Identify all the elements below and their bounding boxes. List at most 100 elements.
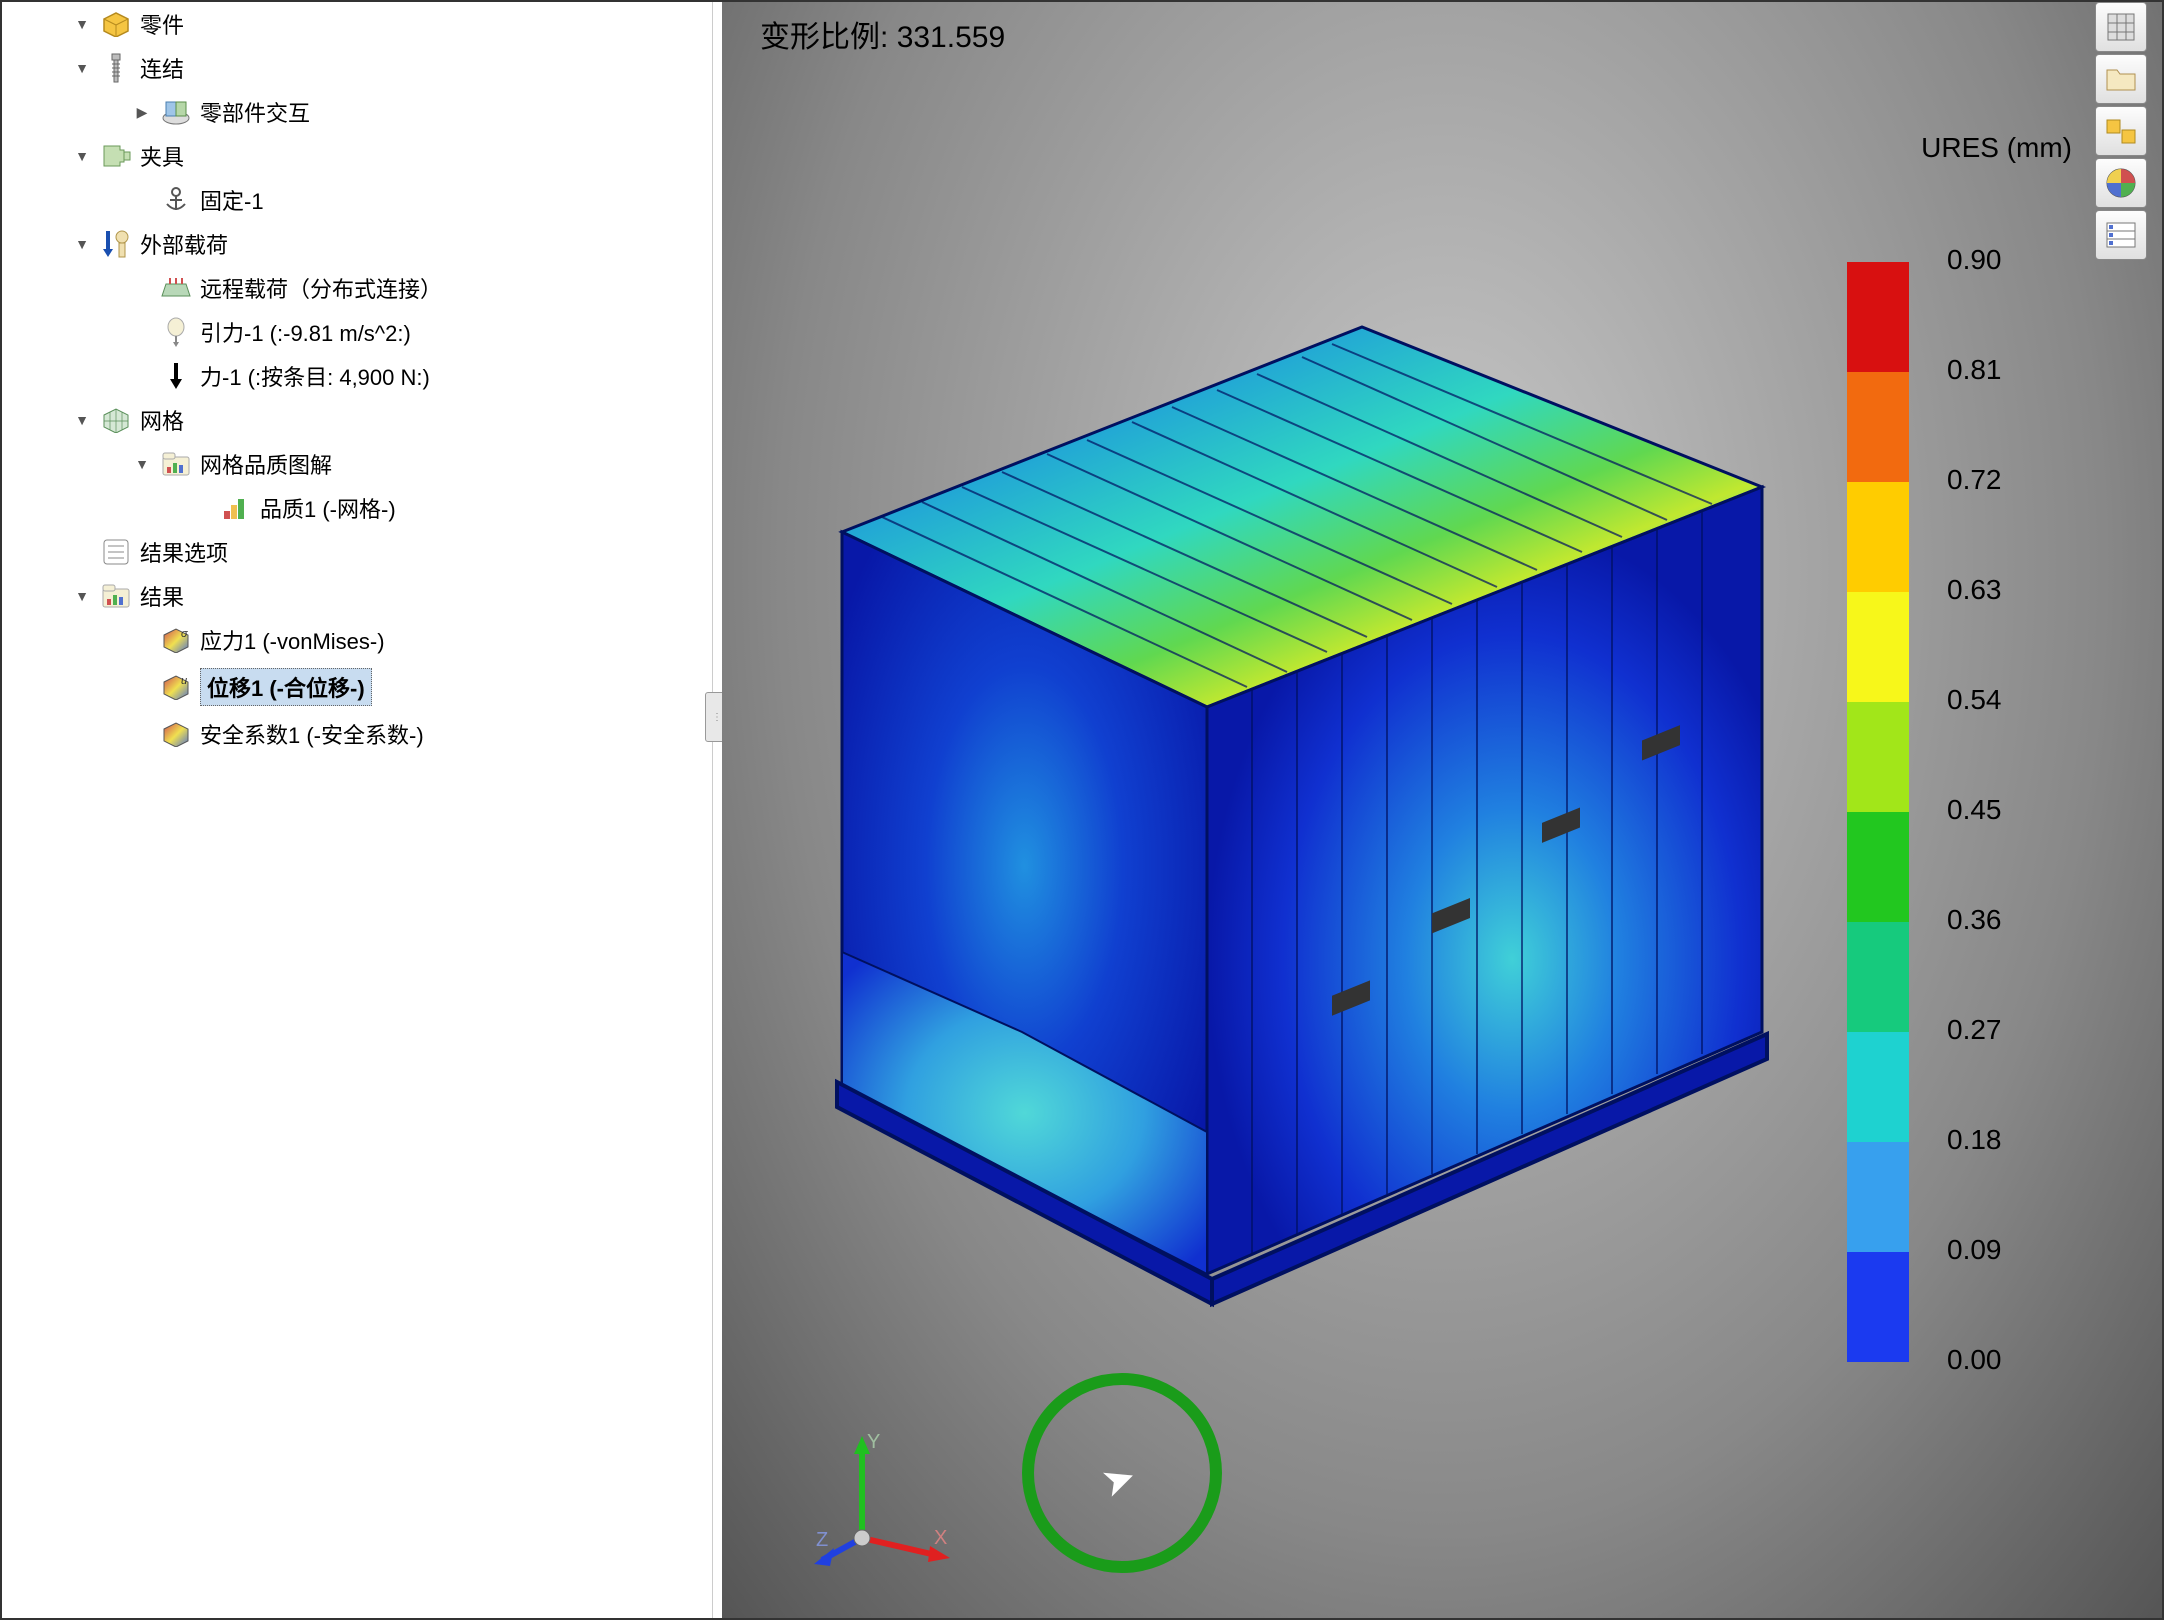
external-loads-icon bbox=[100, 228, 132, 260]
legend-segment bbox=[1847, 812, 1909, 922]
tree-label: 网格品质图解 bbox=[200, 448, 332, 480]
svg-text:u: u bbox=[181, 675, 187, 687]
expander-icon[interactable]: ▼ bbox=[132, 454, 152, 474]
expander-icon[interactable]: ▼ bbox=[72, 410, 92, 430]
folder-chart-icon bbox=[160, 448, 192, 480]
spacer bbox=[72, 542, 92, 562]
tree-label: 夹具 bbox=[140, 140, 184, 172]
tree-item-gravity[interactable]: 引力-1 (:-9.81 m/s^2:) bbox=[2, 310, 712, 354]
axis-triad[interactable]: Y X Z bbox=[812, 1428, 952, 1568]
result-options-icon bbox=[100, 536, 132, 568]
tree-label: 零部件交互 bbox=[200, 96, 310, 128]
legend-segment bbox=[1847, 1142, 1909, 1252]
svg-text:Y: Y bbox=[867, 1431, 880, 1453]
expander-icon[interactable]: ▶ bbox=[132, 102, 152, 122]
legend-segment bbox=[1847, 372, 1909, 482]
plot-toolbar bbox=[2095, 2, 2147, 260]
expander-icon[interactable]: ▼ bbox=[72, 58, 92, 78]
fixtures-icon bbox=[100, 140, 132, 172]
spacer bbox=[132, 724, 152, 744]
expander-icon[interactable]: ▼ bbox=[72, 586, 92, 606]
tree-item-connections[interactable]: ▼ 连结 bbox=[2, 46, 712, 90]
expander-icon[interactable]: ▼ bbox=[72, 234, 92, 254]
tree-item-external-loads[interactable]: ▼ 外部载荷 bbox=[2, 222, 712, 266]
tree-item-mesh[interactable]: ▼ 网格 bbox=[2, 398, 712, 442]
svg-text:X: X bbox=[934, 1527, 947, 1549]
tree-item-safety-factor[interactable]: 安全系数1 (-安全系数-) bbox=[2, 712, 712, 756]
tree-item-results[interactable]: ▼ 结果 bbox=[2, 574, 712, 618]
legend-value: 0.81 bbox=[1947, 354, 2002, 464]
appearance-button[interactable] bbox=[2095, 158, 2147, 208]
legend-segment bbox=[1847, 702, 1909, 812]
tree-item-remote-load[interactable]: 远程载荷（分布式连接） bbox=[2, 266, 712, 310]
tree-label: 安全系数1 (-安全系数-) bbox=[200, 718, 424, 750]
legend-value: 0.09 bbox=[1947, 1234, 2002, 1344]
legend-value: 0.72 bbox=[1947, 464, 2002, 574]
spacer bbox=[132, 278, 152, 298]
tree-item-force[interactable]: 力-1 (:按条目: 4,900 N:) bbox=[2, 354, 712, 398]
tree-label: 网格 bbox=[140, 404, 184, 436]
tree-item-displacement[interactable]: u 位移1 (-合位移-) bbox=[2, 662, 712, 712]
legend-segment bbox=[1847, 592, 1909, 702]
tree-item-result-options[interactable]: 结果选项 bbox=[2, 530, 712, 574]
compare-button[interactable] bbox=[2095, 106, 2147, 156]
gravity-icon bbox=[160, 316, 192, 348]
legend-value: 0.90 bbox=[1947, 244, 2002, 354]
tree-item-stress[interactable]: σ 应力1 (-vonMises-) bbox=[2, 618, 712, 662]
legend-segment bbox=[1847, 922, 1909, 1032]
tree-label: 零件 bbox=[140, 8, 184, 40]
legend-segment bbox=[1847, 482, 1909, 592]
legend-title: URES (mm) bbox=[1921, 132, 2072, 164]
tree-item-quality[interactable]: 品质1 (-网格-) bbox=[2, 486, 712, 530]
results-folder-icon bbox=[100, 580, 132, 612]
tree-label: 品质1 (-网格-) bbox=[260, 492, 396, 524]
legend-segment bbox=[1847, 1032, 1909, 1142]
legend-value: 0.63 bbox=[1947, 574, 2002, 684]
tree-item-parts[interactable]: ▼ 零件 bbox=[2, 2, 712, 46]
tree-label: 力-1 (:按条目: 4,900 N:) bbox=[200, 360, 430, 392]
tree-item-mesh-quality-plot[interactable]: ▼ 网格品质图解 bbox=[2, 442, 712, 486]
legend-color-bar bbox=[1847, 262, 1909, 1362]
legend-value: 0.45 bbox=[1947, 794, 2002, 904]
tree-item-component-interaction[interactable]: ▶ 零部件交互 bbox=[2, 90, 712, 134]
mesh-view-button[interactable] bbox=[2095, 2, 2147, 52]
tree-label: 位移1 (-合位移-) bbox=[200, 668, 372, 706]
tree-label: 结果 bbox=[140, 580, 184, 612]
list-button[interactable] bbox=[2095, 210, 2147, 260]
expander-icon[interactable]: ▼ bbox=[72, 146, 92, 166]
open-folder-button[interactable] bbox=[2095, 54, 2147, 104]
tree-label: 远程载荷（分布式连接） bbox=[200, 272, 442, 304]
connections-icon bbox=[100, 52, 132, 84]
fea-model bbox=[772, 312, 1772, 1312]
tree-label: 应力1 (-vonMises-) bbox=[200, 624, 385, 656]
quality-icon bbox=[220, 492, 252, 524]
stress-plot-icon: σ bbox=[160, 624, 192, 656]
legend-value: 0.00 bbox=[1947, 1344, 2002, 1454]
component-interaction-icon bbox=[160, 96, 192, 128]
safety-factor-icon bbox=[160, 718, 192, 750]
svg-text:σ: σ bbox=[181, 628, 188, 640]
tree-item-fixtures[interactable]: ▼ 夹具 bbox=[2, 134, 712, 178]
force-icon bbox=[160, 360, 192, 392]
legend-value: 0.27 bbox=[1947, 1014, 2002, 1124]
spacer bbox=[132, 630, 152, 650]
svg-text:Z: Z bbox=[816, 1529, 828, 1551]
tree-label: 引力-1 (:-9.81 m/s^2:) bbox=[200, 316, 411, 348]
legend-segment bbox=[1847, 1252, 1909, 1362]
deformation-scale-label: 变形比例: 331.559 bbox=[760, 12, 1005, 56]
anchor-icon bbox=[160, 184, 192, 216]
spacer bbox=[132, 366, 152, 386]
legend-value: 0.18 bbox=[1947, 1124, 2002, 1234]
legend-values: 0.900.810.720.630.540.450.360.270.180.09… bbox=[1947, 244, 2002, 1454]
tree-item-fixed[interactable]: 固定-1 bbox=[2, 178, 712, 222]
tree-label: 连结 bbox=[140, 52, 184, 84]
spacer bbox=[132, 322, 152, 342]
expander-icon[interactable]: ▼ bbox=[72, 14, 92, 34]
spacer bbox=[192, 498, 212, 518]
remote-load-icon bbox=[160, 272, 192, 304]
simulation-tree: ▼ 零件 ▼ 连结 ▶ 零部件交互 ▼ bbox=[2, 2, 712, 1618]
splitter[interactable]: ⋮ bbox=[712, 2, 722, 1618]
legend-segment bbox=[1847, 262, 1909, 372]
legend-value: 0.54 bbox=[1947, 684, 2002, 794]
3d-viewport[interactable]: 变形比例: 331.559 bbox=[722, 2, 2162, 1618]
